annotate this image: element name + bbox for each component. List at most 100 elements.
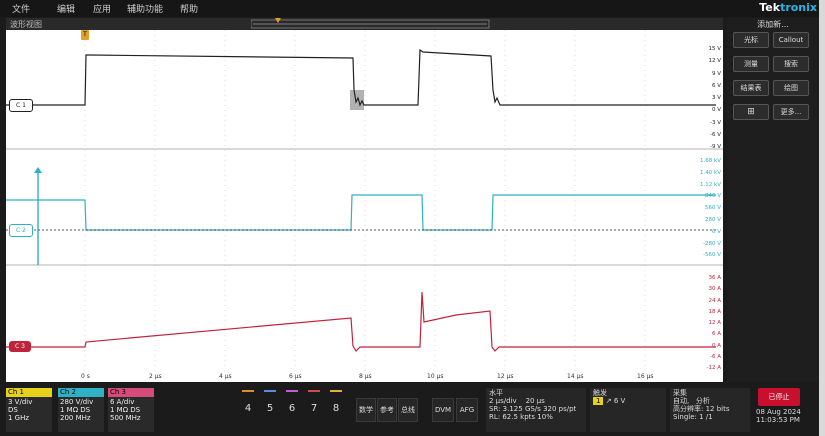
callout-button[interactable]: Callout	[773, 32, 809, 48]
trigger-badge[interactable]: 触发 1 ↗ 6 V	[590, 388, 666, 432]
horizontal-title: 水平	[489, 389, 503, 397]
ch2-bandwidth: 200 MHz	[60, 414, 91, 422]
ch6-button[interactable]: 6	[284, 390, 300, 420]
horizontal-badge[interactable]: 水平 2 µs/div 20 µs SR: 3.125 GS/s 320 ps/…	[486, 388, 586, 432]
record-length: RL: 62.5 kpts	[489, 413, 536, 421]
waveform-display[interactable]: T C 1 C 2 C 3 15 V 12 V 9 V 6 V 3 V 0 V …	[6, 30, 723, 382]
ch4-color-bar	[242, 390, 254, 392]
brand-main: Tek	[759, 1, 781, 14]
bus-button[interactable]: 总线	[398, 398, 418, 422]
run-stop-button[interactable]: 已停止	[758, 388, 800, 406]
trigger-title: 触发	[593, 389, 607, 397]
horizontal-scale: 2 µs/div	[489, 397, 517, 405]
ch1-coupling: DS	[8, 406, 18, 414]
brand-accent: tronix	[780, 1, 817, 14]
ch3-badge[interactable]: Ch 3 6 A/div 1 MΩ DS 500 MHz	[108, 388, 154, 432]
ch6-label: 6	[288, 403, 296, 414]
ch1-scale-4: 3 V	[711, 95, 721, 102]
ch1-ground-marker[interactable]: C 1	[9, 99, 33, 112]
ch8-color-bar	[330, 390, 342, 392]
time-label-2: 4 µs	[219, 373, 232, 380]
ch3-scale: 36 A 30 A 24 A 18 A 12 A 6 A 0 A -6 A -1…	[681, 273, 722, 375]
ch2-ground-marker[interactable]: C 2	[9, 224, 33, 237]
ch1-scale-6: -3 V	[710, 119, 721, 126]
add-new-panel: 添加新... 光标 Callout 测量 搜索 结果表 绘图 ⊞ 更多...	[727, 18, 819, 382]
trigger-level: 6 V	[613, 397, 626, 405]
ch1-scale-3: 6 V	[711, 82, 721, 89]
ch1-label: C 1	[16, 102, 26, 109]
plot-button[interactable]: 绘图	[773, 80, 809, 96]
ref-button[interactable]: 参考	[377, 398, 397, 422]
time-label-1: 2 µs	[149, 373, 162, 380]
ch5-button[interactable]: 5	[262, 390, 278, 420]
ch2-trace	[6, 167, 716, 265]
ch1-badge-title: Ch 1	[6, 388, 52, 397]
ch8-label: 8	[332, 403, 340, 414]
menu-help[interactable]: 帮助	[180, 2, 198, 15]
ch1-scale-5: 0 V	[711, 107, 721, 114]
ch3-ground-marker[interactable]: C 3	[9, 341, 31, 352]
search-button[interactable]: 搜索	[773, 56, 809, 72]
ch4-button[interactable]: 4	[240, 390, 256, 420]
ch1-badge[interactable]: Ch 1 3 V/div DS 1 GHz	[6, 388, 52, 432]
ch4-label: 4	[244, 403, 252, 414]
menu-accessibility[interactable]: 辅助功能	[127, 2, 163, 15]
waveform-view-title: 波形视图	[10, 20, 42, 29]
ch2-badge[interactable]: Ch 2 280 V/div 1 MΩ DS 200 MHz	[58, 388, 104, 432]
ch5-label: 5	[266, 403, 274, 414]
ch2-scale: 1.68 kV 1.40 kV 1.12 kV 840 V 560 V 280 …	[681, 156, 721, 262]
acquisition-count: Single: 1 /1	[673, 413, 713, 421]
measure-button[interactable]: 测量	[733, 56, 769, 72]
record-overview[interactable]	[251, 18, 491, 30]
ch7-color-bar	[308, 390, 320, 392]
menu-app[interactable]: 应用	[93, 2, 111, 15]
trigger-marker-t[interactable]: T	[81, 30, 89, 40]
side-scroll-strip	[819, 0, 825, 436]
datetime: 08 Aug 2024 11:03:53 PM	[756, 408, 801, 424]
more-button[interactable]: 更多...	[773, 104, 809, 120]
ch3-scale-2: 24 A	[708, 297, 721, 304]
ch3-scale-7: -6 A	[710, 354, 721, 361]
ch1-scale-1: 12 V	[708, 58, 721, 65]
ch2-scale-0: 1.68 kV	[700, 158, 721, 164]
acquisition-badge[interactable]: 采集 自动, 分析 高分辨率: 12 bits Single: 1 /1	[670, 388, 750, 432]
math-button[interactable]: 数学	[356, 398, 376, 422]
ch3-scale-5: 6 A	[711, 331, 721, 338]
dvm-button[interactable]: DVM	[432, 398, 454, 422]
ch2-scale-3: 840 V	[704, 193, 721, 200]
ch7-label: 7	[310, 403, 318, 414]
ch2-label: C 2	[16, 227, 26, 234]
ch1-scale-7: -6 V	[710, 132, 721, 139]
time-label-7: 14 µs	[567, 373, 584, 380]
time: 11:03:53 PM	[756, 416, 800, 424]
time-label-5: 10 µs	[427, 373, 444, 380]
ch1-bandwidth: 1 GHz	[8, 414, 30, 422]
sample-rate: SR: 3.125 GS/s	[489, 405, 541, 413]
acquisition-mode: 自动,	[673, 397, 690, 405]
ch3-scale-1: 30 A	[708, 286, 721, 293]
results-table-button[interactable]: 结果表	[733, 80, 769, 96]
ch2-vdiv: 280 V/div	[60, 398, 94, 406]
trigger-position: 10%	[537, 413, 553, 421]
widget-icon-button[interactable]: ⊞	[733, 104, 769, 120]
brand-logo: Tektronix	[759, 1, 817, 14]
menu-file[interactable]: 文件	[12, 2, 30, 15]
ch3-scale-6: 0 A	[711, 342, 721, 349]
waveform-view-header: 波形视图	[6, 18, 723, 30]
time-axis: 0 s 2 µs 4 µs 6 µs 8 µs 10 µs 12 µs 14 µ…	[6, 373, 723, 383]
cursor-button[interactable]: 光标	[733, 32, 769, 48]
afg-button[interactable]: AFG	[456, 398, 478, 422]
ch1-trace	[6, 48, 716, 110]
ch2-scale-2: 1.12 kV	[700, 181, 721, 188]
menu-bar: 文件 编辑 应用 辅助功能 帮助 Tektronix	[0, 0, 825, 17]
ch3-coupling: 1 MΩ DS	[110, 406, 141, 414]
ch2-scale-5: 280 V	[704, 216, 721, 223]
menu-edit[interactable]: 编辑	[57, 2, 75, 15]
ch3-scale-0: 36 A	[708, 275, 721, 281]
ch1-scale-0: 15 V	[708, 46, 721, 52]
ch2-badge-title: Ch 2	[58, 388, 104, 397]
ch2-coupling: 1 MΩ DS	[60, 406, 91, 414]
ch8-button[interactable]: 8	[328, 390, 344, 420]
ch7-button[interactable]: 7	[306, 390, 322, 420]
ch3-adiv: 6 A/div	[110, 398, 135, 406]
